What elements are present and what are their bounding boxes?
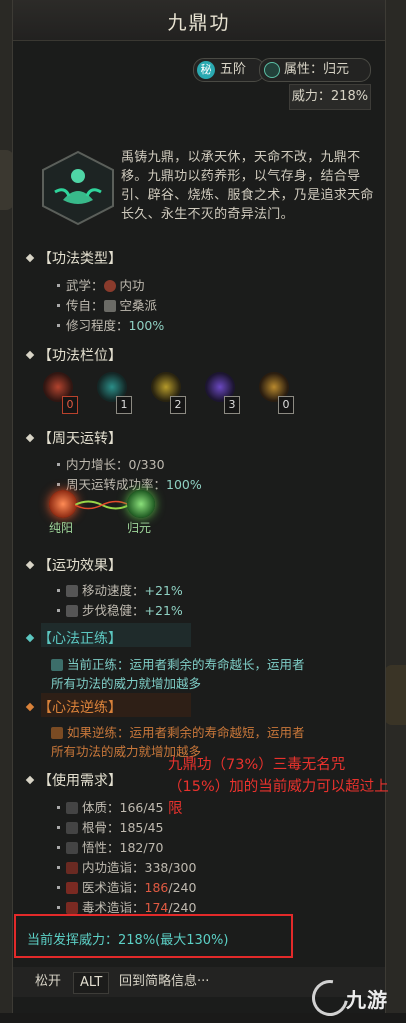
release-label: 松开 — [35, 974, 62, 989]
section-effects-header: 【运功效果】 — [25, 555, 122, 575]
attribute-pill: 属性：归元 — [259, 58, 371, 82]
right-edge-decor — [384, 665, 406, 725]
slot-yellow-count: 2 — [170, 396, 186, 414]
alt-key[interactable]: ALT — [73, 972, 110, 994]
power-value: 威力：218% — [289, 84, 371, 110]
constitution-icon — [66, 802, 78, 814]
zheng-text-line2: 所有功法的威力就增加越多 — [51, 676, 202, 691]
ni-icon — [51, 727, 63, 739]
slot-purple-count: 3 — [224, 396, 240, 414]
zhoutian-row-success: 周天运转成功率：100% — [57, 474, 202, 493]
skill-title: 九鼎功 — [167, 12, 231, 34]
inner-skill-icon — [66, 862, 78, 874]
req-row-inner-skill: 内功造诣：338/300 — [57, 857, 196, 876]
slot-yinyang-count: 0 — [278, 396, 294, 414]
comprehension-icon — [66, 842, 78, 854]
req-row-medicine: 医术造诣：186/240 — [57, 877, 196, 896]
orb-link-line — [75, 500, 129, 510]
annotation-highlight-box — [14, 914, 293, 958]
background-right — [386, 0, 406, 1013]
section-slots-header: 【功法栏位】 — [25, 345, 122, 365]
section-zheng-header: 【心法正练】 — [25, 628, 122, 648]
zhoutian-row-neili: 内力增长：0/330 — [57, 454, 165, 473]
type-row-martial: 武学： 内功 — [57, 275, 145, 294]
type-row-mastery: 修习程度：100% — [57, 315, 164, 334]
stability-icon — [66, 605, 78, 617]
poison-icon — [66, 902, 78, 914]
orb-chunyang-label: 纯阳 — [49, 521, 74, 535]
secret-badge: 秘 — [197, 61, 215, 79]
ni-text-line1: 如果逆练：运用者剩余的寿命越短，运用者 — [51, 722, 305, 741]
skill-description: 禹铸九鼎，以承天休，天命不改，九鼎不移。九鼎功以药养形，以气存身，结合导引、辟谷… — [121, 150, 374, 222]
tier-text: 五阶 — [220, 62, 247, 77]
medicine-icon — [66, 882, 78, 894]
section-type-header: 【功法类型】 — [25, 248, 122, 268]
req-row-bone: 根骨：185/45 — [57, 817, 164, 836]
skill-tooltip-panel: 九鼎功 秘 五阶 属性：归元 威力：218% 禹铸九鼎，以承天休，天命不改，九鼎… — [12, 0, 386, 1013]
watermark-text: 九游 — [346, 988, 388, 1012]
section-ni-header: 【心法逆练】 — [25, 697, 122, 717]
req-row-comprehension: 悟性：182/70 — [57, 837, 164, 856]
section-zhoutian-header: 【周天运转】 — [25, 428, 122, 448]
bone-icon — [66, 822, 78, 834]
effect-row-stability: 步伐稳健：+21% — [57, 600, 183, 619]
annotation-note: 九鼎功（73%）三毒无名咒（15%）加的当前威力可以超过上限 — [168, 757, 389, 817]
attribute-icon — [264, 62, 280, 78]
back-to-brief-label[interactable]: 回到简略信息··· — [119, 972, 209, 992]
skill-hex-icon — [41, 150, 115, 226]
section-req-header: 【使用需求】 — [25, 770, 122, 790]
req-row-constitution: 体质：166/45 — [57, 797, 164, 816]
speed-icon — [66, 585, 78, 597]
flame-icon — [103, 280, 116, 292]
zheng-text-line1: 当前正练：运用者剩余的寿命越长，运用者 — [51, 654, 305, 673]
sect-icon — [103, 300, 116, 312]
title-bar: 九鼎功 — [13, 0, 385, 41]
effect-row-speed: 移动速度：+21% — [57, 580, 183, 599]
orb-chunyang-icon — [49, 490, 77, 518]
slot-red-count: 0 — [62, 396, 78, 414]
slot-teal-count: 1 — [116, 396, 132, 414]
zheng-icon — [51, 659, 63, 671]
orb-guiyuan-label: 归元 — [127, 521, 152, 535]
attribute-text: 属性：归元 — [284, 62, 350, 77]
type-row-origin: 传自： 空桑派 — [57, 295, 157, 314]
tier-pill: 秘 五阶 — [193, 58, 265, 82]
orb-guiyuan-icon — [127, 490, 155, 518]
